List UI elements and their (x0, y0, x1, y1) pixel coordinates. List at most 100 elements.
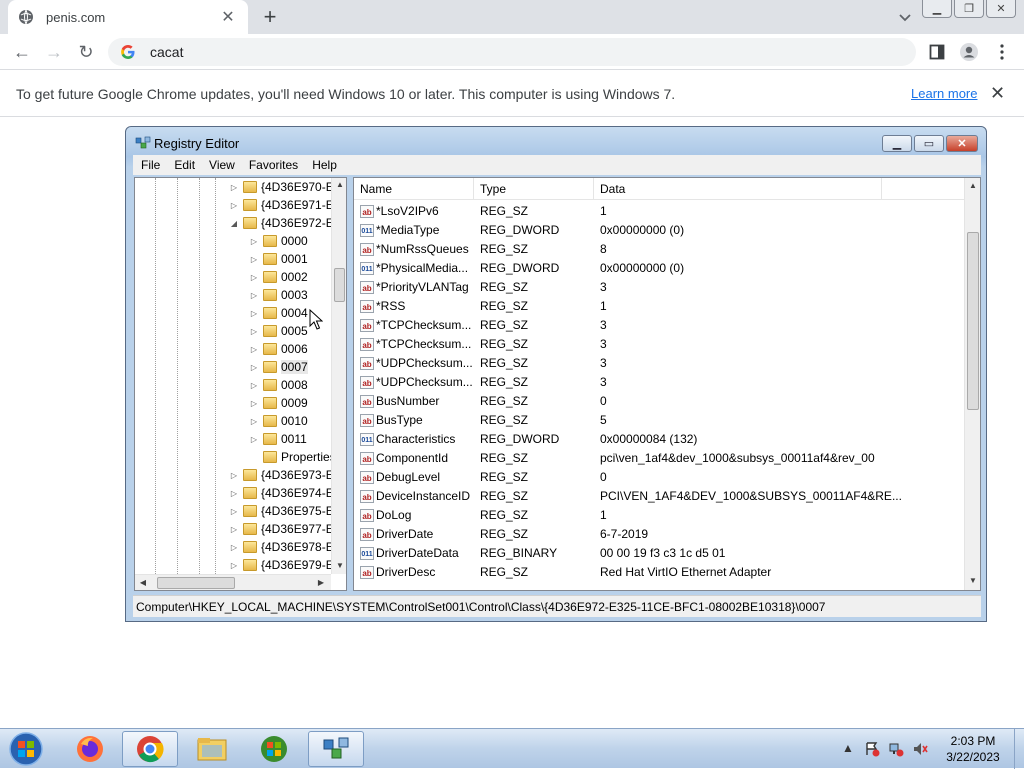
tree-item[interactable]: ▷ 0006 (249, 340, 308, 358)
tree-expander-icon[interactable]: ▷ (229, 525, 239, 534)
tree-item[interactable]: ▷ {4D36E977-E (229, 520, 334, 538)
tree-expander-icon[interactable]: ▷ (249, 435, 259, 444)
start-button[interactable] (6, 731, 46, 767)
scroll-up-icon[interactable]: ▲ (965, 181, 980, 190)
value-row[interactable]: ab *TCPChecksum... REG_SZ 3 (354, 335, 964, 354)
infobar-close-icon[interactable]: ✕ (990, 83, 1005, 104)
tree-expander-icon[interactable]: ▷ (249, 255, 259, 264)
tree-item[interactable]: ▷ {4D36E975-E (229, 502, 334, 520)
tree-expander-icon[interactable]: ▷ (249, 309, 259, 318)
system-clock[interactable]: 2:03 PM 3/22/2023 (936, 733, 1010, 765)
value-row[interactable]: ab *PriorityVLANTag REG_SZ 3 (354, 278, 964, 297)
column-header-name[interactable]: Name (354, 178, 474, 200)
tree-expander-icon[interactable]: ▷ (249, 363, 259, 372)
volume-muted-icon[interactable] (912, 741, 928, 757)
scroll-thumb[interactable] (334, 268, 345, 302)
value-row[interactable]: ab *TCPChecksum... REG_SZ 3 (354, 316, 964, 335)
values-vertical-scrollbar[interactable]: ▲ ▼ (964, 178, 980, 590)
tree-expander-icon[interactable]: ▷ (229, 507, 239, 516)
tree-item[interactable]: ▷ {4D36E970-E (229, 178, 334, 196)
menu-help[interactable]: Help (312, 158, 337, 172)
tree-item[interactable]: ▷ 0011 (249, 430, 307, 448)
tree-item[interactable]: ▷ {4D36E973-E (229, 466, 334, 484)
tree-expander-icon[interactable]: ▷ (229, 201, 239, 210)
scroll-down-icon[interactable]: ▼ (965, 576, 980, 585)
tree-expander-icon[interactable]: ▷ (249, 273, 259, 282)
back-button[interactable]: ← (10, 40, 34, 64)
tree-item[interactable]: ◢ {4D36E972-E (229, 214, 334, 232)
tree-expander-icon[interactable]: ▷ (249, 345, 259, 354)
column-header-data[interactable]: Data (594, 178, 882, 200)
tree-expander-icon[interactable]: ▷ (229, 489, 239, 498)
menu-view[interactable]: View (209, 158, 235, 172)
value-row[interactable]: ab *UDPChecksum... REG_SZ 3 (354, 373, 964, 392)
tree-expander-icon[interactable]: ▷ (229, 543, 239, 552)
scroll-thumb[interactable] (157, 577, 235, 589)
tree-item[interactable]: ▷ {4D36E971-E (229, 196, 334, 214)
tree-expander-icon[interactable]: ▷ (249, 399, 259, 408)
tree-expander-icon[interactable]: ▷ (229, 561, 239, 570)
value-row[interactable]: ab DebugLevel REG_SZ 0 (354, 468, 964, 487)
scroll-down-icon[interactable]: ▼ (332, 561, 346, 570)
tree-item[interactable]: ▷ 0003 (249, 286, 308, 304)
value-row[interactable]: ab DriverDesc REG_SZ Red Hat VirtIO Etherne… (354, 563, 964, 582)
tree-expander-icon[interactable]: ▷ (249, 237, 259, 246)
values-list-pane[interactable]: Name Type Data ab *LsoV2IPv6 REG_SZ 1 011 *Me… (353, 177, 981, 591)
tree-expander-icon[interactable]: ◢ (229, 219, 239, 228)
tree-item[interactable]: ▷ {4D36E974-E (229, 484, 334, 502)
new-tab-button[interactable]: + (258, 5, 282, 29)
regedit-minimize-button[interactable]: ▁ (882, 135, 912, 152)
tree-item[interactable]: ▷ 0010 (249, 412, 308, 430)
show-desktop-button[interactable] (1014, 729, 1024, 769)
network-icon[interactable] (888, 741, 904, 757)
taskbar-media-player[interactable] (246, 731, 302, 767)
value-row[interactable]: 011 Characteristics REG_DWORD 0x00000084 (1… (354, 430, 964, 449)
value-row[interactable]: ab DoLog REG_SZ 1 (354, 506, 964, 525)
value-row[interactable]: ab DriverDate REG_SZ 6-7-2019 (354, 525, 964, 544)
tree-expander-icon[interactable]: ▷ (229, 183, 239, 192)
scroll-up-icon[interactable]: ▲ (332, 180, 346, 189)
taskbar-chrome[interactable] (122, 731, 178, 767)
address-bar[interactable]: cacat (108, 38, 916, 66)
forward-button[interactable]: → (42, 40, 66, 64)
taskbar-registry-editor[interactable] (308, 731, 364, 767)
tree-item[interactable]: ▷ 0005 (249, 322, 308, 340)
value-row[interactable]: ab BusNumber REG_SZ 0 (354, 392, 964, 411)
tree-expander-icon[interactable]: ▷ (249, 381, 259, 390)
restore-button[interactable]: ❐ (954, 0, 984, 18)
value-row[interactable]: ab *LsoV2IPv6 REG_SZ 1 (354, 202, 964, 221)
tree-expander-icon[interactable]: ▷ (249, 417, 259, 426)
tree-expander-icon[interactable]: ▷ (249, 291, 259, 300)
tree-item[interactable]: Properties (249, 448, 336, 466)
value-row[interactable]: ab *NumRssQueues REG_SZ 8 (354, 240, 964, 259)
value-row[interactable]: ab *UDPChecksum... REG_SZ 3 (354, 354, 964, 373)
value-row[interactable]: 011 *PhysicalMedia... REG_DWORD 0x00000000 … (354, 259, 964, 278)
value-row[interactable]: 011 DriverDateData REG_BINARY 00 00 19 f3 c… (354, 544, 964, 563)
value-row[interactable]: ab DeviceInstanceID REG_SZ PCI\VEN_1AF4&DEV… (354, 487, 964, 506)
regedit-close-button[interactable]: ✕ (946, 135, 978, 152)
value-row[interactable]: ab *RSS REG_SZ 1 (354, 297, 964, 316)
tree-item[interactable]: ▷ 0007 (249, 358, 308, 376)
tab-close-icon[interactable]: ✕ (218, 7, 238, 27)
tree-horizontal-scrollbar[interactable]: ◀ ▶ (135, 574, 331, 590)
tree-expander-icon[interactable]: ▷ (249, 327, 259, 336)
tree-item[interactable]: ▷ 0009 (249, 394, 308, 412)
profile-icon[interactable] (959, 42, 979, 62)
value-row[interactable]: ab ComponentId REG_SZ pci\ven_1af4&dev_1000… (354, 449, 964, 468)
tree-item[interactable]: ▷ 0004 (249, 304, 308, 322)
value-row[interactable]: 011 *MediaType REG_DWORD 0x00000000 (0) (354, 221, 964, 240)
taskbar-firefox[interactable] (62, 731, 118, 767)
regedit-maximize-button[interactable]: ▭ (914, 135, 944, 152)
learn-more-link[interactable]: Learn more (911, 86, 977, 101)
column-header-type[interactable]: Type (474, 178, 594, 200)
tree-item[interactable]: ▷ 0000 (249, 232, 308, 250)
tree-expander-icon[interactable]: ▷ (229, 471, 239, 480)
tree-item[interactable]: ▷ {4D36E978-E (229, 538, 334, 556)
tree-vertical-scrollbar[interactable]: ▲ ▼ (331, 178, 346, 574)
key-tree-pane[interactable]: ▷ {4D36E970-E ▷ {4D36E971-E ◢ {4D36E972-E ▷ 000… (134, 177, 347, 591)
browser-tab[interactable]: penis.com ✕ (8, 0, 248, 34)
minimize-button[interactable]: ▁ (922, 0, 952, 18)
action-center-icon[interactable] (864, 741, 880, 757)
menu-file[interactable]: File (141, 158, 160, 172)
chevron-up-icon[interactable]: ▲ (840, 741, 856, 757)
